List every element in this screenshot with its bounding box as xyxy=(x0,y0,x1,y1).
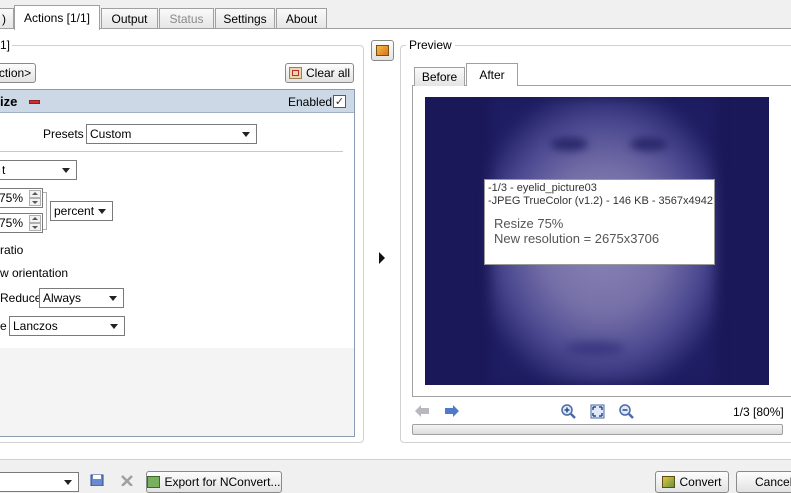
presets-label: Presets xyxy=(43,127,84,141)
keep-ratio-label[interactable]: ratio xyxy=(0,243,23,257)
reduce-label: Reduce xyxy=(0,291,42,305)
add-action-button[interactable]: ction> xyxy=(0,63,36,83)
spin-down-icon[interactable] xyxy=(29,223,41,231)
unit-value: percent xyxy=(54,204,95,218)
info-line-2: -JPEG TrueColor (v1.2) - 146 KB - 3567x4… xyxy=(488,195,713,207)
action-title: ize xyxy=(0,94,18,109)
link-bracket xyxy=(43,192,47,230)
preview-scrollbar[interactable] xyxy=(412,424,783,435)
reduce-select[interactable]: Always xyxy=(39,288,124,308)
orientation-label[interactable]: w orientation xyxy=(0,266,68,280)
tab-label: Before xyxy=(421,70,458,84)
convert-button[interactable]: Convert xyxy=(655,471,729,493)
height-value: 75% xyxy=(0,216,24,230)
resample-select[interactable]: Lanczos xyxy=(9,316,125,336)
tab-label: Status xyxy=(169,12,204,26)
chevron-down-icon xyxy=(242,132,250,137)
separator xyxy=(0,151,343,152)
resample-value: Lanczos xyxy=(13,319,58,333)
zoom-out-icon[interactable] xyxy=(619,404,634,419)
spin-down-icon[interactable] xyxy=(29,198,41,206)
tab-label: About xyxy=(285,12,318,26)
chevron-down-icon xyxy=(110,324,118,329)
add-action-label: ction> xyxy=(0,66,32,80)
actions-group-title: 1] xyxy=(0,38,13,52)
tab-before[interactable]: Before xyxy=(414,67,465,86)
resample-label: e xyxy=(0,319,7,333)
tab-label: Output xyxy=(111,12,148,26)
tab-settings[interactable]: Settings xyxy=(215,8,275,29)
spin-buttons[interactable] xyxy=(29,190,41,206)
next-image-icon[interactable] xyxy=(445,405,459,417)
presets-select[interactable]: Custom xyxy=(86,124,257,144)
cancel-label: Cancel xyxy=(755,475,791,489)
unit-select[interactable]: percent xyxy=(50,201,113,221)
enabled-label: Enabled xyxy=(288,95,333,109)
presets-value: Custom xyxy=(90,127,132,141)
export-label: Export for NConvert... xyxy=(164,475,281,489)
clear-all-label: Clear all xyxy=(305,66,350,80)
previous-image-icon[interactable] xyxy=(415,405,429,417)
reduce-value: Always xyxy=(43,291,82,305)
save-icon[interactable] xyxy=(90,474,104,487)
tab-label: Actions [1/1] xyxy=(23,11,91,25)
action-options-area xyxy=(0,113,354,348)
export-icon xyxy=(147,476,161,488)
convert-label: Convert xyxy=(679,475,722,489)
convert-icon xyxy=(662,476,676,488)
tab-status: Status xyxy=(159,8,214,29)
spin-buttons[interactable] xyxy=(29,215,41,231)
enabled-checkbox[interactable]: ✓ xyxy=(333,95,346,108)
spin-up-icon[interactable] xyxy=(29,190,41,198)
tab-files[interactable]: ) xyxy=(0,8,14,29)
preview-mouth xyxy=(565,342,625,356)
page-zoom-indicator: 1/3 [80%] xyxy=(733,405,784,419)
tab-actions[interactable]: Actions [1/1] xyxy=(14,5,100,30)
spin-up-icon[interactable] xyxy=(29,215,41,223)
info-line-3: Resize 75% xyxy=(494,216,564,231)
remove-action-icon[interactable] xyxy=(29,100,40,104)
export-nconvert-button[interactable]: Export for NConvert... xyxy=(146,471,282,493)
delete-icon[interactable] xyxy=(120,474,134,487)
chevron-down-icon xyxy=(109,296,117,301)
clear-all-button[interactable]: Clear all xyxy=(285,63,354,83)
tab-label: Settings xyxy=(223,12,267,26)
image-info-tooltip: -1/3 - eyelid_picture03 -JPEG TrueColor … xyxy=(484,179,715,265)
info-line-4: New resolution = 2675x3706 xyxy=(494,231,660,246)
chevron-down-icon xyxy=(62,168,70,173)
chevron-down-icon xyxy=(98,209,106,214)
preview-title: Preview xyxy=(406,38,455,52)
tab-output[interactable]: Output xyxy=(101,8,158,29)
cancel-button[interactable]: Cancel xyxy=(736,471,791,493)
resize-mode-value: t xyxy=(2,163,6,177)
tab-label: After xyxy=(479,68,505,82)
preview-eye-left xyxy=(550,137,588,151)
chevron-down-icon xyxy=(64,480,72,485)
width-value: 75% xyxy=(0,191,24,205)
tab-label: ) xyxy=(2,12,6,26)
clear-all-icon xyxy=(288,67,302,79)
zoom-in-icon[interactable] xyxy=(561,404,576,419)
width-spinbox[interactable]: 75% xyxy=(0,188,43,208)
height-spinbox[interactable]: 75% xyxy=(0,213,43,233)
preview-image-icon xyxy=(376,45,389,56)
tab-after[interactable]: After xyxy=(466,63,518,86)
tab-bar-line xyxy=(0,28,791,29)
preview-eye-right xyxy=(630,137,668,151)
collapse-arrow-icon[interactable] xyxy=(379,252,385,264)
info-line-1: -1/3 - eyelid_picture03 xyxy=(488,182,597,194)
resize-mode-select[interactable]: t xyxy=(0,160,77,180)
profile-select[interactable] xyxy=(0,472,79,492)
tab-about[interactable]: About xyxy=(276,8,327,29)
fit-to-window-icon[interactable] xyxy=(590,404,605,419)
toggle-preview-button[interactable] xyxy=(371,40,394,61)
